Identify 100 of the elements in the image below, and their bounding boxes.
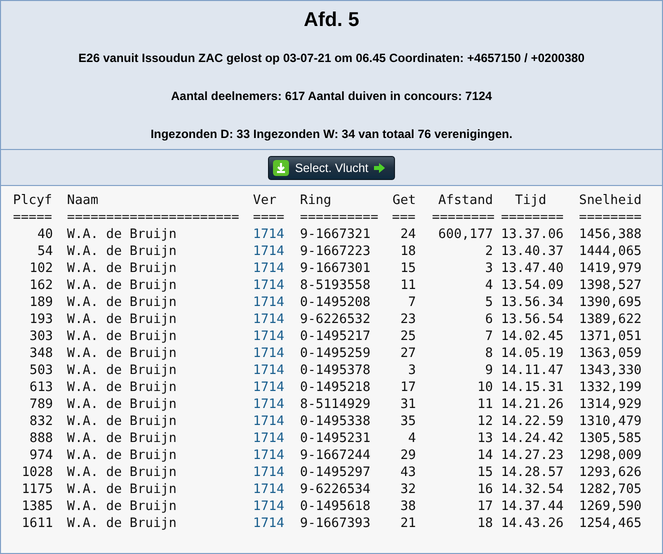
table-cell: 14.22.59 bbox=[501, 413, 563, 430]
table-cell-text: 789 bbox=[28, 396, 53, 413]
table-cell-text: 21 bbox=[399, 515, 416, 532]
table-cell-text: 1175 bbox=[20, 481, 53, 498]
table-cell-text: 1611 bbox=[20, 515, 53, 532]
header-rule: === bbox=[392, 209, 416, 226]
table-cell-text: 43 bbox=[399, 464, 416, 481]
table-cell-text: W.A. de Bruijn bbox=[67, 277, 178, 294]
table-cell: 14.15.31 bbox=[501, 379, 563, 396]
table-cell-text: 38 bbox=[399, 498, 416, 515]
table-cell-text: 17 bbox=[399, 379, 416, 396]
page-title: Afd. 5 bbox=[304, 8, 360, 33]
header-rule: ======== bbox=[432, 209, 493, 226]
table-cell-text: 10 bbox=[476, 379, 493, 396]
table-cell-text: 11 bbox=[399, 277, 416, 294]
table-cell-text: 15 bbox=[399, 260, 416, 277]
table-cell: 14.21.26 bbox=[501, 396, 563, 413]
table-cell: 14.43.26 bbox=[501, 515, 563, 532]
table-cell: 1714 bbox=[253, 260, 285, 277]
table-cell-text: 9-1667321 bbox=[300, 226, 372, 243]
table-cell: 13.56.54 bbox=[501, 311, 563, 328]
table-cell: 1332,199 bbox=[579, 379, 641, 396]
header-rule: ==== bbox=[253, 209, 285, 226]
table-cell-text: 14 bbox=[476, 447, 493, 464]
table-cell-text: 12 bbox=[476, 413, 493, 430]
table-cell-text: 9-6226534 bbox=[300, 481, 372, 498]
table-cell-text: 9-1667244 bbox=[300, 447, 372, 464]
info-line: Aantal deelnemers: 617 Aantal duiven in concours: 7124 bbox=[170, 88, 492, 105]
table-cell-text: 35 bbox=[399, 413, 416, 430]
table-cell-text: 13 bbox=[476, 430, 493, 447]
table-cell-text: 23 bbox=[399, 311, 416, 328]
table-cell-text: 27 bbox=[399, 345, 416, 362]
table-cell-text: 17 bbox=[476, 498, 493, 515]
table-cell-text: 0-1495259 bbox=[300, 345, 372, 362]
table-cell-text: 0-1495217 bbox=[300, 328, 372, 345]
table-cell-text: 348 bbox=[28, 345, 53, 362]
table-cell-text: 303 bbox=[28, 328, 53, 345]
table-cell: 1714 bbox=[253, 379, 285, 396]
table-cell: 1714 bbox=[253, 515, 285, 532]
select-flight-button[interactable]: Select. Vlucht bbox=[268, 156, 395, 180]
table-cell: 1371,051 bbox=[579, 328, 641, 345]
table-cell-text: W.A. de Bruijn bbox=[67, 226, 178, 243]
table-cell-text: 4 bbox=[407, 430, 416, 447]
table-cell-text: W.A. de Bruijn bbox=[67, 481, 178, 498]
table-cell: 1298,009 bbox=[579, 447, 641, 464]
table-cell-text: 162 bbox=[28, 277, 53, 294]
table-cell: 1714 bbox=[253, 345, 285, 362]
table-cell-text: W.A. de Bruijn bbox=[67, 294, 178, 311]
table-cell: 1310,479 bbox=[579, 413, 641, 430]
table-cell: 1714 bbox=[253, 430, 285, 447]
table-cell-text: 8-5193558 bbox=[300, 277, 372, 294]
table-cell-text: 0-1495231 bbox=[300, 430, 372, 447]
table-cell: 14.02.45 bbox=[501, 328, 563, 345]
table-cell-text: 0-1495378 bbox=[300, 362, 372, 379]
table-cell-text: 974 bbox=[28, 447, 53, 464]
table-cell-text: 193 bbox=[28, 311, 53, 328]
table-cell-text: 9-1667301 bbox=[300, 260, 372, 277]
table-cell-text: W.A. de Bruijn bbox=[67, 379, 178, 396]
table-cell-text: 613 bbox=[28, 379, 53, 396]
table-cell-text: 16 bbox=[476, 481, 493, 498]
table-cell-text: 102 bbox=[28, 260, 53, 277]
column-header: Get bbox=[392, 192, 416, 209]
table-cell: 14.05.19 bbox=[501, 345, 563, 362]
table-cell-text: W.A. de Bruijn bbox=[67, 498, 178, 515]
table-cell-text: 7 bbox=[407, 294, 416, 311]
table-cell: 1714 bbox=[253, 311, 285, 328]
download-icon bbox=[273, 160, 289, 176]
column-header: Afstand bbox=[437, 192, 493, 209]
table-cell: 1390,695 bbox=[579, 294, 641, 311]
table-cell: 1254,465 bbox=[579, 515, 641, 532]
table-cell-text: W.A. de Bruijn bbox=[67, 362, 178, 379]
column-header: Ver bbox=[253, 192, 278, 209]
table-cell-text: 600,177 bbox=[437, 226, 493, 243]
table-cell-text: 18 bbox=[476, 515, 493, 532]
table-cell-text: W.A. de Bruijn bbox=[67, 430, 178, 447]
table-cell-text: 54 bbox=[36, 243, 53, 260]
column-header: Ring bbox=[300, 192, 332, 209]
info-line: Ingezonden D: 33 Ingezonden W: 34 van totaal 76 verenigingen. bbox=[150, 126, 512, 143]
table-cell-text: 9-1667393 bbox=[300, 515, 372, 532]
table-cell: 1714 bbox=[253, 243, 285, 260]
table-cell-text: 7 bbox=[484, 328, 493, 345]
table-cell-text: 40 bbox=[36, 226, 53, 243]
table-cell-text: W.A. de Bruijn bbox=[67, 328, 178, 345]
table-cell: 1714 bbox=[253, 413, 285, 430]
column-header: Snelheid bbox=[579, 192, 641, 209]
table-cell: 1293,626 bbox=[579, 464, 641, 481]
column-header: Naam bbox=[67, 192, 100, 209]
table-cell-text: 9-6226532 bbox=[300, 311, 372, 328]
table-cell-text: W.A. de Bruijn bbox=[67, 345, 178, 362]
table-cell: 14.32.54 bbox=[501, 481, 563, 498]
arrow-right-icon bbox=[374, 162, 386, 172]
table-cell-text: 0-1495208 bbox=[300, 294, 372, 311]
table-cell-text: 25 bbox=[399, 328, 416, 345]
table-cell: 1456,388 bbox=[579, 226, 641, 243]
table-cell-text: 9 bbox=[484, 362, 493, 379]
table-cell: 1363,059 bbox=[579, 345, 641, 362]
table-cell-text: W.A. de Bruijn bbox=[67, 464, 178, 481]
table-cell: 13.54.09 bbox=[501, 277, 563, 294]
column-header: Tijd bbox=[514, 192, 548, 209]
table-cell: 1314,929 bbox=[579, 396, 641, 413]
